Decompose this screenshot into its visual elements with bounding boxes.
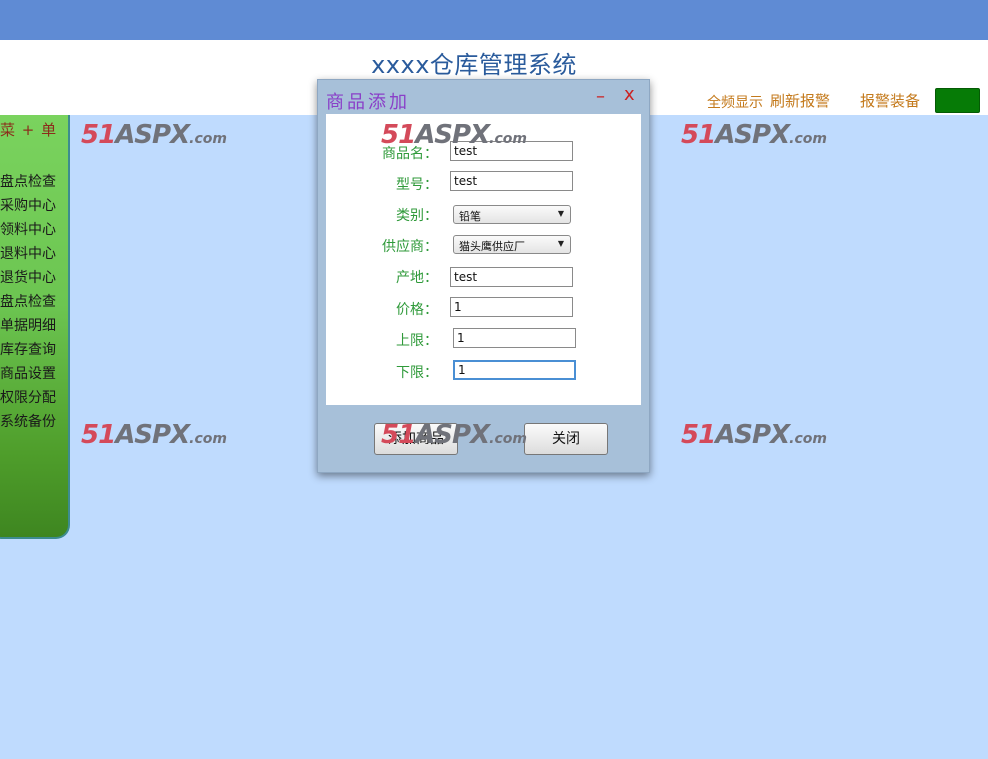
- sidebar-item-inventory-check[interactable]: 盘点检查: [0, 171, 62, 191]
- sidebar-heading: 菜 + 单: [0, 121, 58, 139]
- sidebar-item-permissions[interactable]: 权限分配: [0, 387, 62, 407]
- top-banner: [0, 0, 988, 40]
- sidebar-item-backup[interactable]: 系统备份: [0, 411, 62, 431]
- watermark-logo: 51ASPX.com: [381, 420, 527, 450]
- watermark-logo: 51ASPX.com: [681, 420, 827, 450]
- sidebar-item-bill-details[interactable]: 单据明细: [0, 315, 62, 335]
- category-label: 类别：: [396, 208, 438, 224]
- fullscreen-link[interactable]: 全频显示: [707, 92, 763, 112]
- category-select[interactable]: 铅笔 ▼: [453, 205, 571, 224]
- watermark-logo: 51ASPX.com: [681, 120, 827, 150]
- price-label: 价格：: [396, 302, 438, 318]
- upper-limit-label: 上限：: [396, 333, 438, 349]
- system-title: xxxx仓库管理系统: [371, 51, 577, 79]
- lower-limit-label: 下限：: [396, 365, 438, 381]
- minimize-icon[interactable]: –: [596, 86, 605, 107]
- model-label: 型号：: [396, 177, 438, 193]
- sidebar-item-material-request[interactable]: 领料中心: [0, 219, 62, 239]
- chevron-down-icon: ▼: [557, 209, 564, 218]
- watermark-logo: 51ASPX.com: [381, 120, 527, 150]
- sidebar-item-material-return[interactable]: 退料中心: [0, 243, 62, 263]
- origin-label: 产地：: [396, 270, 438, 286]
- close-button[interactable]: 关闭: [524, 423, 608, 455]
- sidebar-item-purchase[interactable]: 采购中心: [0, 195, 62, 215]
- supplier-label: 供应商：: [382, 239, 438, 255]
- sidebar-item-goods-return[interactable]: 退货中心: [0, 267, 62, 287]
- refresh-alarm-link[interactable]: 刷新报警: [770, 90, 830, 111]
- lower-limit-input[interactable]: [453, 360, 576, 380]
- dialog-title: 商品添加: [326, 92, 410, 113]
- watermark-logo: 51ASPX.com: [81, 420, 227, 450]
- status-button[interactable]: [935, 88, 980, 113]
- dialog-form: 商品名： 型号： 类别： 铅笔▼ 供应商： 猫头鹰供应厂▼ 产地： 价格： 上限…: [326, 114, 641, 405]
- sidebar-item-product-settings[interactable]: 商品设置: [0, 363, 62, 383]
- alarm-device-link[interactable]: 报警装备: [860, 90, 920, 111]
- model-input[interactable]: [450, 171, 573, 191]
- price-input[interactable]: [450, 297, 573, 317]
- sidebar-item-inventory-check-2[interactable]: 盘点检查: [0, 291, 62, 311]
- upper-limit-input[interactable]: [453, 328, 576, 348]
- supplier-select[interactable]: 猫头鹰供应厂 ▼: [453, 235, 571, 254]
- origin-input[interactable]: [450, 267, 573, 287]
- watermark-logo: 51ASPX.com: [81, 120, 227, 150]
- close-icon[interactable]: x: [624, 84, 635, 105]
- sidebar-item-stock-query[interactable]: 库存查询: [0, 339, 62, 359]
- chevron-down-icon: ▼: [557, 239, 564, 248]
